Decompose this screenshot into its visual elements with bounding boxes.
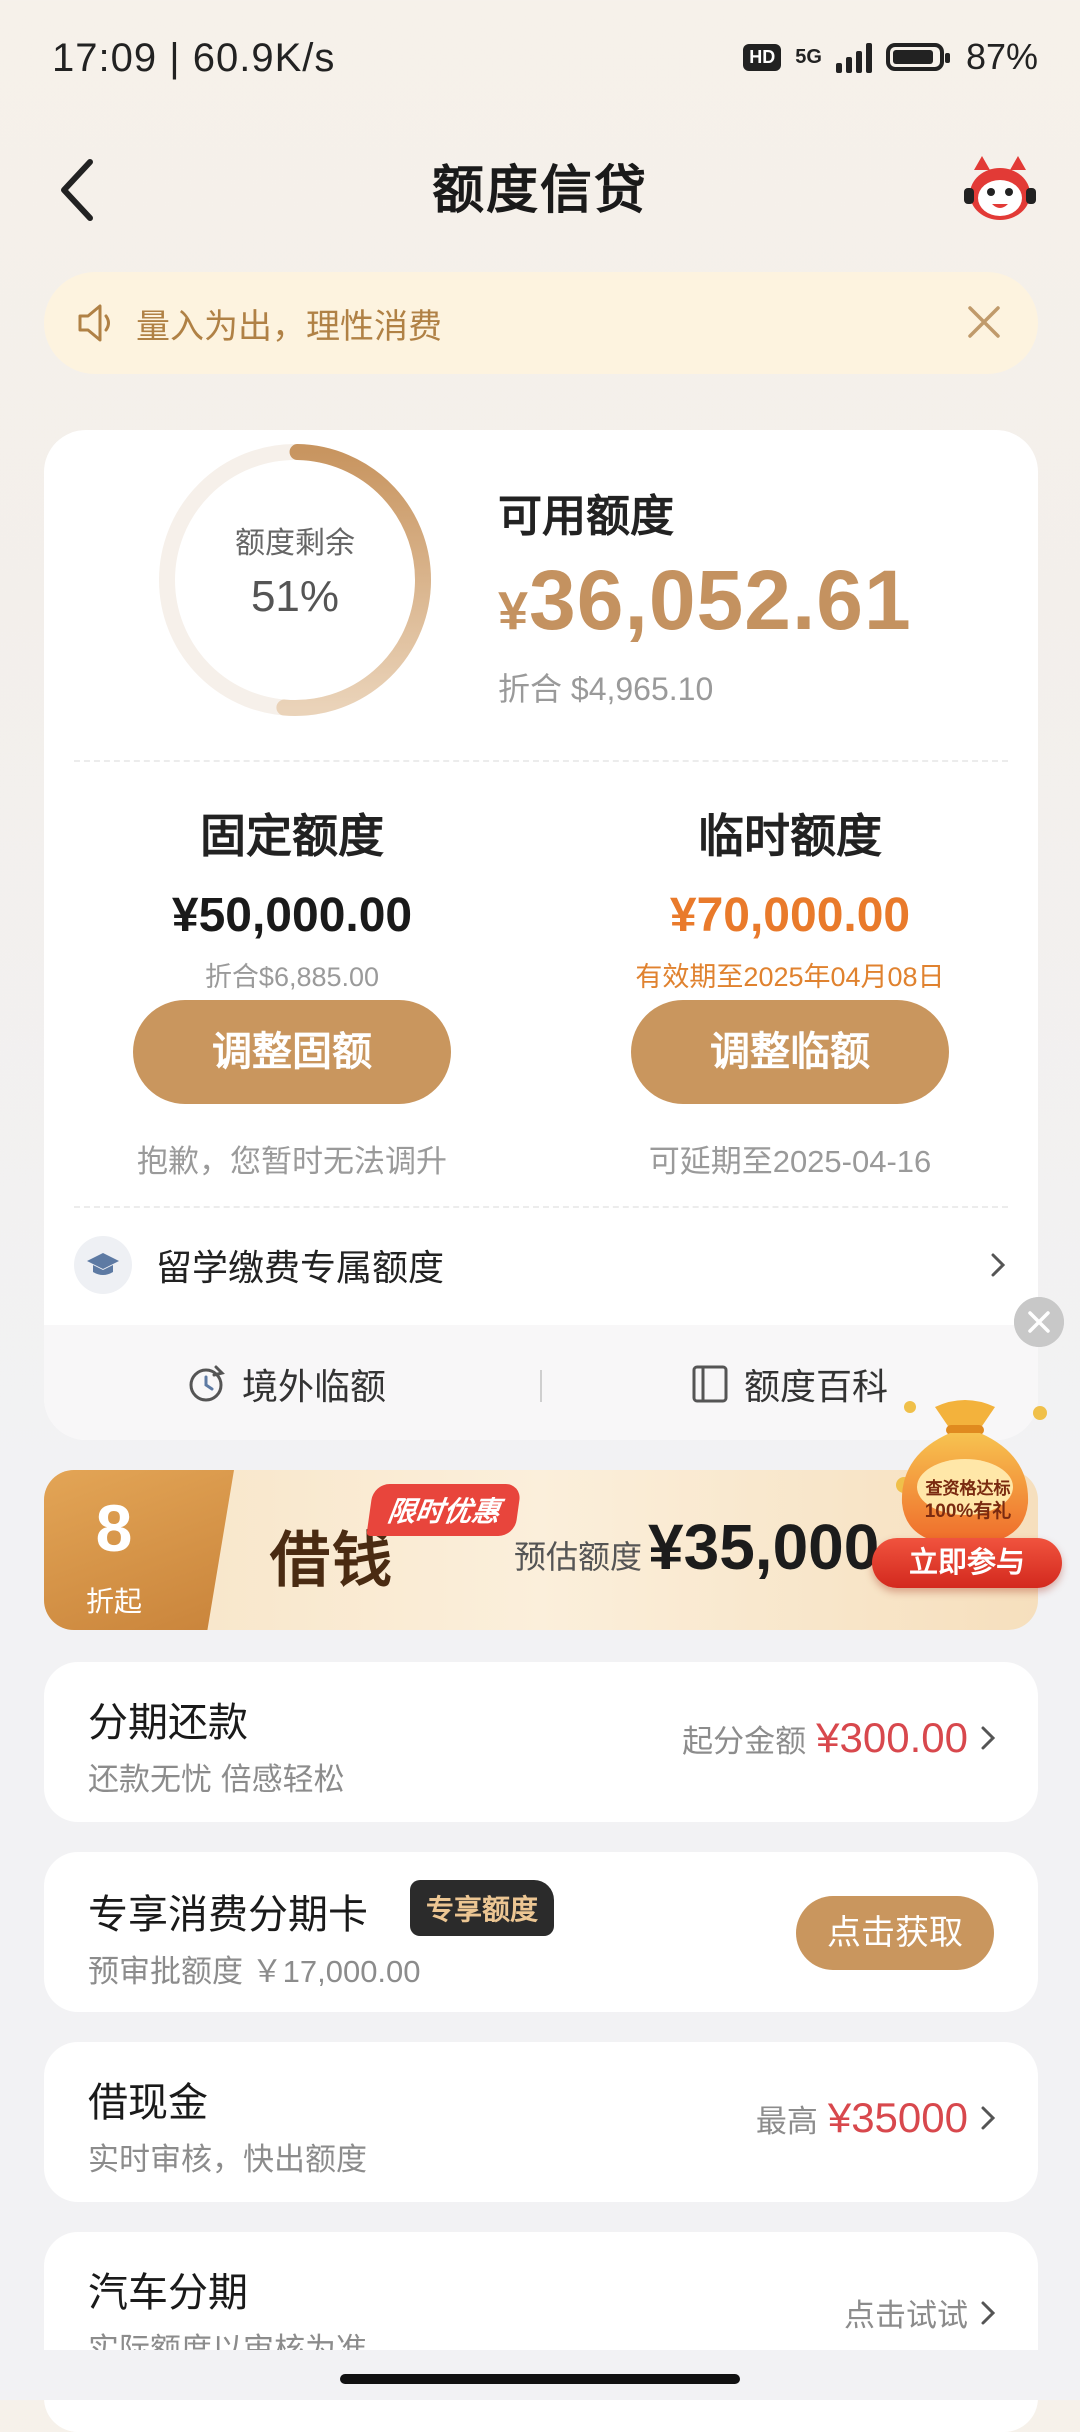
fixed-quota-note: 抱歉，您暂时无法调升: [137, 1144, 447, 1179]
installment-card[interactable]: 分期还款 还款无忧 倍感轻松 起分金额 ¥300.00: [44, 1662, 1038, 1822]
available-amount: ¥36,052.61: [498, 552, 912, 649]
mascot-icon[interactable]: [960, 150, 1040, 230]
fixed-quota-equiv: 折合$6,885.00: [204, 962, 380, 992]
graduation-cap-icon: [74, 1236, 132, 1294]
chevron-right-icon: [991, 1253, 1006, 1277]
book-icon: [692, 1365, 728, 1403]
overseas-temp-quota-link[interactable]: 境外临额: [186, 1358, 386, 1410]
home-indicator[interactable]: [340, 2374, 740, 2384]
discount-number: 8: [95, 1491, 133, 1565]
car-loan-title: 汽车分期: [88, 2271, 248, 2315]
exclusive-card[interactable]: 专享消费分期卡 专享额度 预审批额度 ￥17,000.00 点击获取: [44, 1852, 1038, 2012]
signal-icon: [835, 41, 872, 73]
status-indicators: HD 5G 87%: [743, 36, 1038, 78]
estimate-amount: ¥35,000: [648, 1511, 880, 1583]
notice-bar: 量入为出，理性消费: [44, 272, 1038, 374]
divider: [74, 760, 1008, 762]
bag-line2: 100%有礼: [924, 1501, 1012, 1522]
temp-quota-title: 临时额度: [698, 810, 882, 862]
hd-icon: HD: [743, 43, 782, 71]
car-loan-card[interactable]: 汽车分期 实际额度以审核为准 点击试试: [44, 2232, 1038, 2432]
network-label: 5G: [795, 45, 822, 68]
cash-loan-card[interactable]: 借现金 实时审核，快出额度 最高 ¥35000: [44, 2042, 1038, 2202]
installment-subtitle: 还款无忧 倍感轻松: [88, 1762, 345, 1797]
refresh-clock-icon: [189, 1365, 225, 1402]
get-now-button[interactable]: 点击获取: [796, 1896, 994, 1970]
exclusive-card-subtitle: 预审批额度 ￥17,000.00: [88, 1954, 421, 1989]
temp-quota-column: 临时额度 ¥70,000.00 有效期至2025年04月08日: [560, 800, 1020, 994]
fixed-quota-amount: ¥50,000.00: [171, 889, 413, 942]
float-close-icon[interactable]: [1014, 1297, 1064, 1347]
discount-suffix: 折起: [85, 1586, 142, 1617]
battery-icon: [885, 43, 950, 71]
exclusive-card-title: 专享消费分期卡: [88, 1893, 368, 1937]
available-amount-value: 36,052.61: [529, 553, 912, 647]
temp-quota-note: 可延期至2025-04-16: [648, 1144, 932, 1179]
cash-loan-right-label: 最高: [755, 2103, 818, 2139]
overseas-temp-quota-label: 境外临额: [242, 1366, 387, 1407]
fixed-quota-column: 固定额度 ¥50,000.00 折合$6,885.00: [62, 800, 522, 994]
cash-loan-title: 借现金: [88, 2081, 208, 2125]
chevron-right-icon: [981, 2106, 996, 2130]
temp-quota-amount: ¥70,000.00: [669, 889, 911, 942]
limited-offer-tag: 限时优惠: [366, 1484, 522, 1536]
study-quota-label: 留学缴费专属额度: [156, 1247, 445, 1288]
study-quota-row[interactable]: 留学缴费专属额度: [74, 1205, 1008, 1325]
available-equiv: 折合 $4,965.10: [498, 671, 714, 707]
installment-right: 起分金额 ¥300.00: [682, 1714, 998, 1762]
available-label: 可用额度: [498, 492, 674, 541]
temp-quota-validity: 有效期至2025年04月08日: [635, 962, 945, 992]
chevron-right-icon: [981, 2301, 996, 2324]
battery-percent: 87%: [965, 36, 1038, 77]
fixed-quota-title: 固定额度: [200, 810, 384, 862]
adjust-fixed-button[interactable]: 调整固额: [133, 1000, 451, 1104]
notice-text: 量入为出，理性消费: [136, 307, 442, 346]
currency-symbol: ¥: [498, 581, 530, 641]
installment-title: 分期还款: [88, 1701, 248, 1745]
chevron-right-icon: [981, 1726, 996, 1750]
speaker-icon: [78, 304, 110, 342]
join-now-button[interactable]: 立即参与: [872, 1538, 1062, 1588]
installment-right-label: 起分金额: [682, 1723, 807, 1759]
car-loan-right: 点击试试: [844, 2290, 998, 2335]
adjust-temp-button[interactable]: 调整临额: [631, 1000, 949, 1104]
quota-wiki-label: 额度百科: [744, 1366, 889, 1407]
ring-label: 额度剩余: [235, 527, 355, 560]
close-icon[interactable]: [962, 300, 1006, 344]
page-title: 额度信贷: [431, 162, 648, 220]
car-loan-right-label: 点击试试: [844, 2298, 968, 2333]
exclusive-badge: 专享额度: [410, 1880, 555, 1936]
ring-percent: 51%: [250, 572, 340, 621]
cash-loan-right: 最高 ¥35000: [756, 2094, 998, 2142]
cash-loan-subtitle: 实时审核，快出额度: [88, 2142, 367, 2177]
footer-divider: [540, 1370, 542, 1402]
status-time: 17:09 | 60.9K/s: [52, 36, 336, 80]
estimate-label: 预估额度: [514, 1539, 643, 1575]
installment-right-amount: ¥300.00: [816, 1714, 968, 1761]
cash-loan-right-amount: ¥35000: [827, 2094, 968, 2141]
quota-wiki-link[interactable]: 额度百科: [690, 1358, 888, 1410]
